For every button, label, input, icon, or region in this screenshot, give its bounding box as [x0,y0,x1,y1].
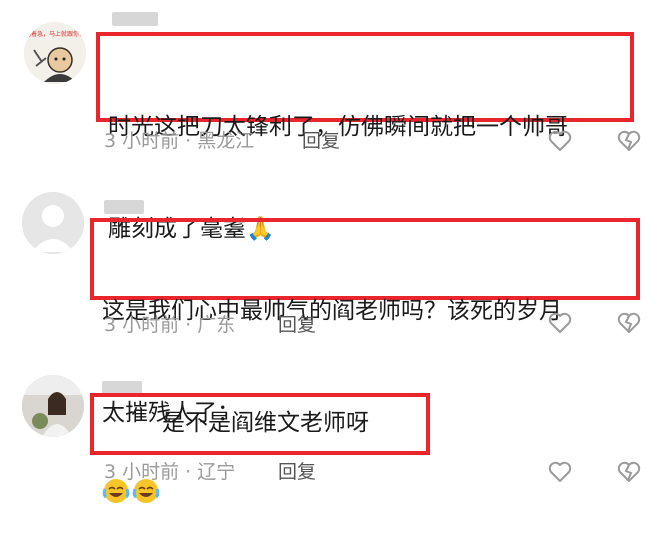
avatar[interactable]: 别着急，马上就跟你说 [24,22,86,84]
comment-meta: 3 小时前 · 辽宁 [104,461,236,483]
broken-heart-icon[interactable] [616,128,642,154]
username-blurred[interactable] [104,200,144,214]
laughing-crying-emoji [132,409,160,503]
broken-heart-icon[interactable] [616,310,642,336]
heart-outline-icon[interactable] [547,128,573,154]
username-blurred[interactable] [112,12,158,26]
comment-item-1: 别着急，马上就跟你说 时光这把刀太锋利了，仿佛瞬间就把一个帅哥 雕刻成了毫耋🙏 … [0,0,660,242]
heart-outline-icon[interactable] [547,310,573,336]
reply-button[interactable]: 回复 [278,457,316,484]
avatar[interactable] [22,375,84,437]
svg-text:别着急，马上就跟你说: 别着急，马上就跟你说 [25,30,85,38]
broken-heart-icon[interactable] [616,459,642,485]
laughing-crying-emoji [102,409,130,503]
reply-button[interactable]: 回复 [302,126,340,153]
comment-text-line: 是不是阎维文老师呀 [162,410,369,436]
comment-meta: 3 小时前 · 黑龙江 [104,130,255,152]
comment-text: 是不是阎维文老师呀 [102,406,369,503]
comment-meta: 3 小时前 · 广东 [104,314,236,336]
comment-item-3: 是不是阎维文老师呀 3 小时前 · 辽宁 回复 [0,345,660,503]
comment-item-2: 这是我们心中最帅气的阎老师吗？该死的岁月 太摧残人了： 3 小时前 · 广东 回… [0,170,660,426]
heart-outline-icon[interactable] [547,459,573,485]
reply-button[interactable]: 回复 [278,310,316,337]
avatar[interactable] [22,192,84,254]
